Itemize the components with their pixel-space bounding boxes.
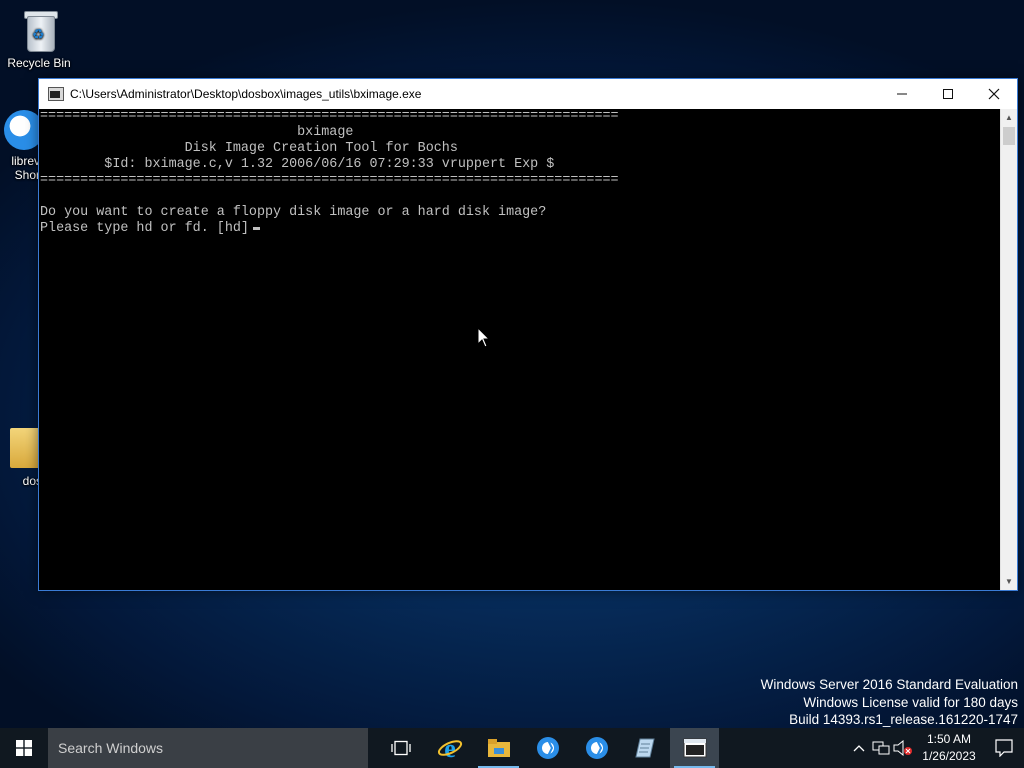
scrollbar-thumb[interactable] [1003,127,1015,145]
internet-explorer-icon: e [437,735,462,761]
watermark-edition: Windows Server 2016 Standard Evaluation [760,677,1018,692]
task-view-icon [390,740,411,756]
taskbar-search[interactable] [48,728,368,768]
taskbar-librewolf-2[interactable] [572,728,621,768]
console-titlebar[interactable]: C:\Users\Administrator\Desktop\dosbox\im… [39,79,1017,109]
svg-text:e: e [444,735,456,761]
vertical-scrollbar[interactable]: ▲ ▼ [1000,109,1017,590]
taskbar-console[interactable] [670,728,719,768]
taskbar-librewolf-1[interactable] [523,728,572,768]
taskbar-file-explorer[interactable] [474,728,523,768]
taskbar-notepad[interactable] [621,728,670,768]
minimize-button[interactable] [879,79,925,109]
taskbar-internet-explorer[interactable]: e [425,728,474,768]
console-output-area[interactable]: ========================================… [39,109,1001,590]
windows-logo-icon [16,740,32,756]
maximize-button[interactable] [925,79,971,109]
show-hidden-icons-button[interactable] [848,728,870,768]
minimize-icon [897,93,907,95]
taskbar-clock[interactable]: 1:50 AM 1/26/2023 [914,731,984,765]
watermark-license: Windows License valid for 180 days [803,694,1018,710]
volume-muted-icon [893,740,912,756]
clock-date: 1/26/2023 [922,749,976,763]
search-input[interactable] [56,739,350,757]
mouse-pointer-icon [477,327,491,348]
notification-icon [995,739,1013,757]
windows-evaluation-watermark: Windows Server 2016 Standard Evaluation … [761,676,1018,729]
text-cursor [252,227,260,230]
console-window[interactable]: C:\Users\Administrator\Desktop\dosbox\im… [38,78,1018,591]
scroll-down-arrow-icon[interactable]: ▼ [1001,573,1017,590]
window-title: C:\Users\Administrator\Desktop\dosbox\im… [70,87,422,101]
action-center-button[interactable] [984,728,1024,768]
file-explorer-icon [487,739,510,757]
librewolf-icon [536,737,559,759]
scroll-up-arrow-icon[interactable]: ▲ [1001,109,1017,126]
maximize-icon [943,89,953,99]
recycle-bin-icon: ♻ [19,8,59,52]
network-tray-button[interactable] [870,728,892,768]
console-output-text: ========================================… [40,109,619,236]
close-icon [988,88,1000,100]
network-icon [872,741,890,755]
console-icon [683,738,706,758]
console-app-icon[interactable] [48,87,64,101]
librewolf-icon [585,737,608,759]
chevron-up-icon [853,745,865,752]
task-view-button[interactable] [376,728,425,768]
clock-time: 1:50 AM [926,732,972,746]
taskbar: e [0,728,1024,768]
system-tray: 1:50 AM 1/26/2023 [848,728,1024,768]
start-button[interactable] [0,728,48,768]
recycle-bin-label: Recycle Bin [7,56,71,70]
watermark-build: Build 14393.rs1_release.161220-1747 [789,712,1018,727]
recycle-bin-shortcut[interactable]: ♻ Recycle Bin [4,8,74,70]
notepad-icon [634,738,655,758]
close-button[interactable] [971,79,1017,109]
volume-tray-button[interactable] [892,728,914,768]
